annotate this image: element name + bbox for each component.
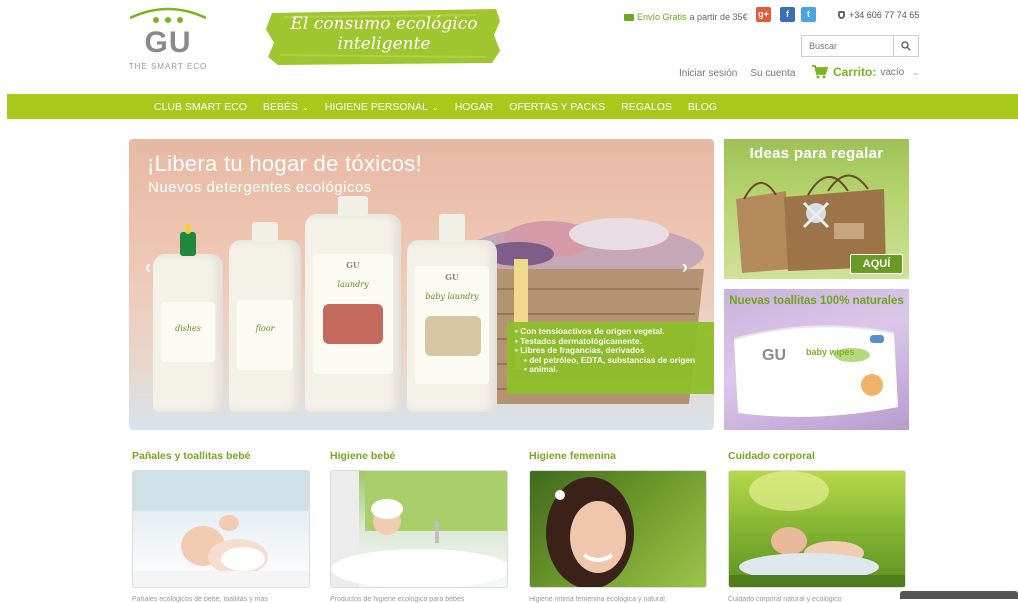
nav-item-regalos[interactable]: REGALOS (621, 101, 672, 113)
main-nav: CLUB SMART ECO BEBÉS ⌄ HIGIENE PERSONAL ⌄ … (7, 94, 1018, 119)
phone-number: +34 606 77 74 65 (849, 10, 920, 20)
nav-label: REGALOS (621, 100, 672, 113)
dishes-label: dishes (175, 324, 201, 333)
nav-label: HIGIENE PERSONAL (324, 100, 428, 113)
logo-arc-icon (129, 7, 207, 23)
couple-grass-image (729, 471, 905, 587)
category-description: Productos de higiene ecológica para bebé… (330, 596, 465, 603)
gift-ideas-button[interactable]: AQUÍ (850, 254, 903, 274)
floor-bottle-image: floor (229, 222, 301, 412)
laundry-bottle-image: GU laundry (305, 196, 401, 412)
category-image-baby-bath[interactable] (330, 470, 508, 588)
twitter-icon[interactable]: t (801, 7, 816, 22)
nav-item-ofertas-y-packs[interactable]: OFERTAS Y PACKS (509, 101, 605, 113)
wipes-brand: GU (762, 347, 786, 364)
login-link[interactable]: Iniciar sesión (679, 68, 737, 79)
nav-item-blog[interactable]: BLOG (688, 101, 717, 113)
dishes-bottle-image: dishes (153, 224, 223, 412)
slogan-line-2: inteligente (337, 34, 431, 54)
nav-label: BLOG (687, 100, 718, 113)
logo-letters: GU (144, 26, 192, 59)
cart-widget[interactable]: Carrito: vacío ⌄ (812, 65, 919, 79)
nav-item-bebes[interactable]: BEBÉS ⌄ (263, 101, 309, 113)
slider-prev-icon[interactable]: ‹ (145, 257, 151, 278)
category-image-woman[interactable] (529, 470, 707, 588)
slogan-line-1: El consumo ecológico (290, 14, 478, 34)
search-button[interactable] (894, 36, 918, 56)
hero-subtitle: Nuevos detergentes ecológicos (148, 179, 372, 196)
bottom-chat-tab[interactable] (900, 591, 1018, 599)
feature-item-continued: animal. (515, 365, 706, 375)
nav-label: HOGAR (454, 100, 494, 113)
nav-label: CLUB SMART ECO (154, 100, 247, 113)
search-box (801, 35, 919, 57)
slider-next-icon[interactable]: › (682, 257, 688, 278)
baby-laundry-label: baby laundry (425, 292, 479, 301)
facebook-icon[interactable]: f (780, 7, 795, 22)
baby-image (133, 471, 309, 587)
natural-wipes-banner[interactable]: GU baby wipes Nuevas toallitas 100% natu… (724, 289, 909, 430)
natural-wipes-title: Nuevas toallitas 100% naturales (729, 295, 904, 307)
category-title[interactable]: Cuidado corporal (728, 450, 905, 466)
nav-label: BEBÉS (262, 100, 298, 113)
nav-item-club-smart-eco[interactable]: CLUB SMART ECO (154, 101, 247, 113)
chevron-down-icon: ⌄ (302, 102, 309, 112)
chevron-down-icon: ⌄ (912, 67, 919, 77)
chevron-down-icon: ⌄ (431, 102, 439, 112)
category-baby-hygiene[interactable]: Higiene bebé Productos de higiene ecológ… (327, 450, 508, 603)
slogan-text: El consumo ecológico inteligente (266, 14, 502, 54)
laundry-label: laundry (337, 280, 369, 289)
category-image-baby-diaper[interactable] (132, 470, 310, 588)
cart-status: vacío (880, 66, 905, 78)
category-description: Cuidado corporal natural y ecológico (728, 596, 842, 603)
search-icon (901, 41, 911, 51)
category-title[interactable]: Higiene bebé (330, 450, 507, 466)
user-links: Iniciar sesión Su cuenta (679, 68, 795, 79)
nav-label: OFERTAS Y PACKS (509, 100, 606, 113)
wipes-package-image (733, 325, 898, 417)
wipes-product-name: baby wipes (806, 347, 855, 357)
baby-bath-image (331, 471, 507, 587)
googleplus-icon[interactable]: g+ (756, 7, 771, 22)
free-shipping-notice: Envío Gratis a partir de 35€ (624, 7, 748, 27)
category-description: Pañales ecológicos de bebé, toallitas y … (132, 596, 268, 603)
category-diapers[interactable]: Pañales y toallitas bebé Pañales ecológi… (129, 450, 310, 603)
floor-label: floor (255, 324, 275, 333)
hero-title: ¡Libera tu hogar de tóxicos! (147, 151, 422, 176)
nav-item-higiene-personal[interactable]: HIGIENE PERSONAL ⌄ (325, 101, 439, 113)
slogan-banner: El consumo ecológico inteligente (266, 7, 502, 65)
account-link[interactable]: Su cuenta (750, 68, 795, 79)
site-header: GU THE SMART ECO El consumo ecológico in… (0, 0, 1018, 94)
hero-features: Con tensioactivos de origen vegetal. Tes… (507, 322, 714, 394)
nav-item-hogar[interactable]: HOGAR (455, 101, 494, 113)
free-shipping-threshold: a partir de 35€ (689, 12, 748, 22)
category-feminine-hygiene[interactable]: Higiene femenina Higiene íntima femenina… (526, 450, 707, 603)
cart-icon (812, 65, 828, 79)
bottle-brand: GU (346, 260, 360, 270)
phone-contact[interactable]: +34 606 77 74 65 (838, 10, 919, 20)
category-description: Higiene íntima femenina ecológica y natu… (529, 596, 665, 603)
search-input[interactable] (802, 36, 894, 56)
category-title[interactable]: Pañales y toallitas bebé (132, 450, 309, 466)
category-body-care[interactable]: Cuidado corporal Cuidado corporal natura… (725, 450, 906, 603)
site-logo[interactable]: GU THE SMART ECO (118, 6, 218, 72)
woman-portrait-image (546, 477, 634, 587)
phone-icon (838, 11, 845, 19)
free-shipping-highlight: Envío Gratis (637, 12, 687, 22)
bottle-brand: GU (445, 272, 459, 282)
logo-tagline: THE SMART ECO (128, 62, 208, 71)
hero-slider[interactable]: dishes floor GU laundry GU baby laundry … (129, 139, 714, 430)
baby-laundry-bottle-image: GU baby laundry (407, 214, 497, 412)
gift-ideas-title: Ideas para regalar (749, 145, 884, 162)
category-image-couple[interactable] (728, 470, 906, 588)
cart-label: Carrito: (833, 65, 877, 79)
truck-icon (624, 13, 634, 21)
category-title[interactable]: Higiene femenina (529, 450, 706, 466)
